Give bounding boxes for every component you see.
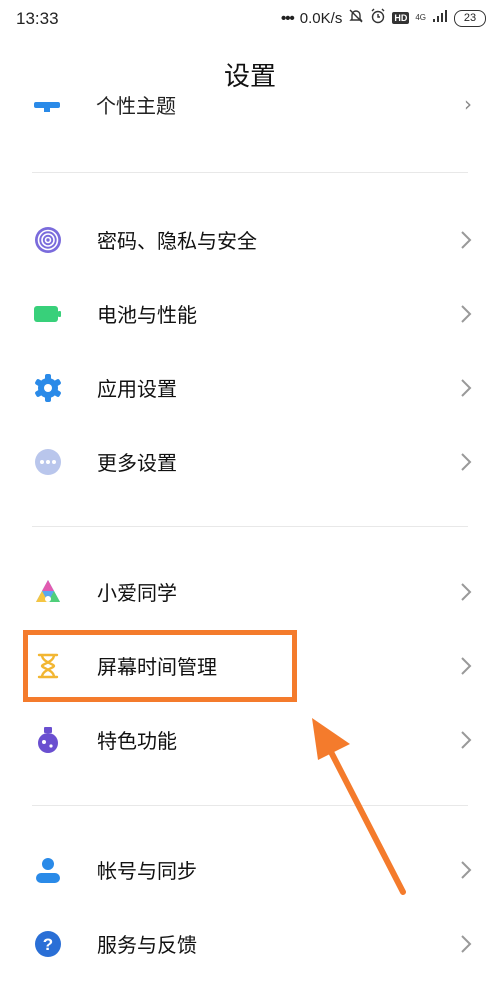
notification-dots: ••• [281, 9, 295, 27]
mute-bell-icon [348, 8, 364, 28]
chevron-right-icon [461, 453, 472, 471]
signal-icon [432, 9, 448, 27]
chevron-right-icon [461, 231, 472, 249]
highlight-box [23, 630, 297, 702]
help-icon: ? [35, 931, 61, 957]
fingerprint-icon [35, 227, 61, 253]
settings-item-label: 密码、隐私与安全 [97, 229, 257, 253]
settings-item-label: 个性主题 [96, 96, 176, 118]
settings-item-theme[interactable]: 个性主题 › [0, 96, 500, 130]
network-type: 4G [415, 13, 426, 22]
status-bar: 13:33 ••• 0.0K/s HD 4G 23 [0, 0, 500, 36]
alarm-icon [370, 8, 386, 28]
settings-item-label: 更多设置 [97, 451, 177, 475]
settings-item-label: 服务与反馈 [97, 933, 197, 957]
settings-item-xiaoai[interactable]: 小爱同学 [0, 562, 500, 622]
battery-indicator: 23 [454, 9, 486, 27]
chevron-right-icon [461, 861, 472, 879]
chevron-right-icon [461, 379, 472, 397]
settings-item-label: 电池与性能 [97, 303, 197, 327]
section-divider [32, 526, 468, 527]
settings-item-account-sync[interactable]: 帐号与同步 [0, 840, 500, 900]
chevron-right-icon [461, 305, 472, 323]
chevron-right-icon [461, 657, 472, 675]
status-indicators: ••• 0.0K/s HD 4G 23 [281, 8, 486, 28]
theme-icon [34, 102, 60, 112]
settings-item-more-settings[interactable]: 更多设置 [0, 432, 500, 492]
page-title: 设置 [223, 62, 276, 92]
settings-item-battery[interactable]: 电池与性能 [0, 284, 500, 344]
settings-item-label: 特色功能 [97, 729, 177, 753]
settings-item-password-privacy[interactable]: 密码、隐私与安全 [0, 210, 500, 270]
settings-item-special-features[interactable]: 特色功能 [0, 710, 500, 770]
hd-badge: HD [392, 12, 410, 24]
network-speed: 0.0K/s [299, 9, 343, 27]
section-divider [32, 172, 468, 173]
gear-icon [35, 374, 61, 402]
annotation-arrow-icon [312, 718, 406, 895]
battery-icon [34, 306, 61, 322]
settings-item-label: 帐号与同步 [97, 859, 197, 883]
xiaoai-icon [36, 580, 60, 602]
status-time: 13:33 [16, 9, 59, 28]
user-icon [36, 858, 60, 883]
chevron-right-icon: › [464, 96, 472, 116]
flask-icon [38, 727, 58, 753]
settings-item-app-settings[interactable]: 应用设置 [0, 358, 500, 418]
chevron-right-icon [461, 583, 472, 601]
svg-text:?: ? [43, 935, 53, 954]
chevron-right-icon [461, 935, 472, 953]
more-dots-icon [35, 449, 61, 475]
chevron-right-icon [461, 731, 472, 749]
settings-item-service-feedback[interactable]: ? 服务与反馈 [0, 914, 500, 974]
settings-item-label: 应用设置 [97, 377, 177, 401]
settings-item-label: 小爱同学 [97, 581, 177, 605]
